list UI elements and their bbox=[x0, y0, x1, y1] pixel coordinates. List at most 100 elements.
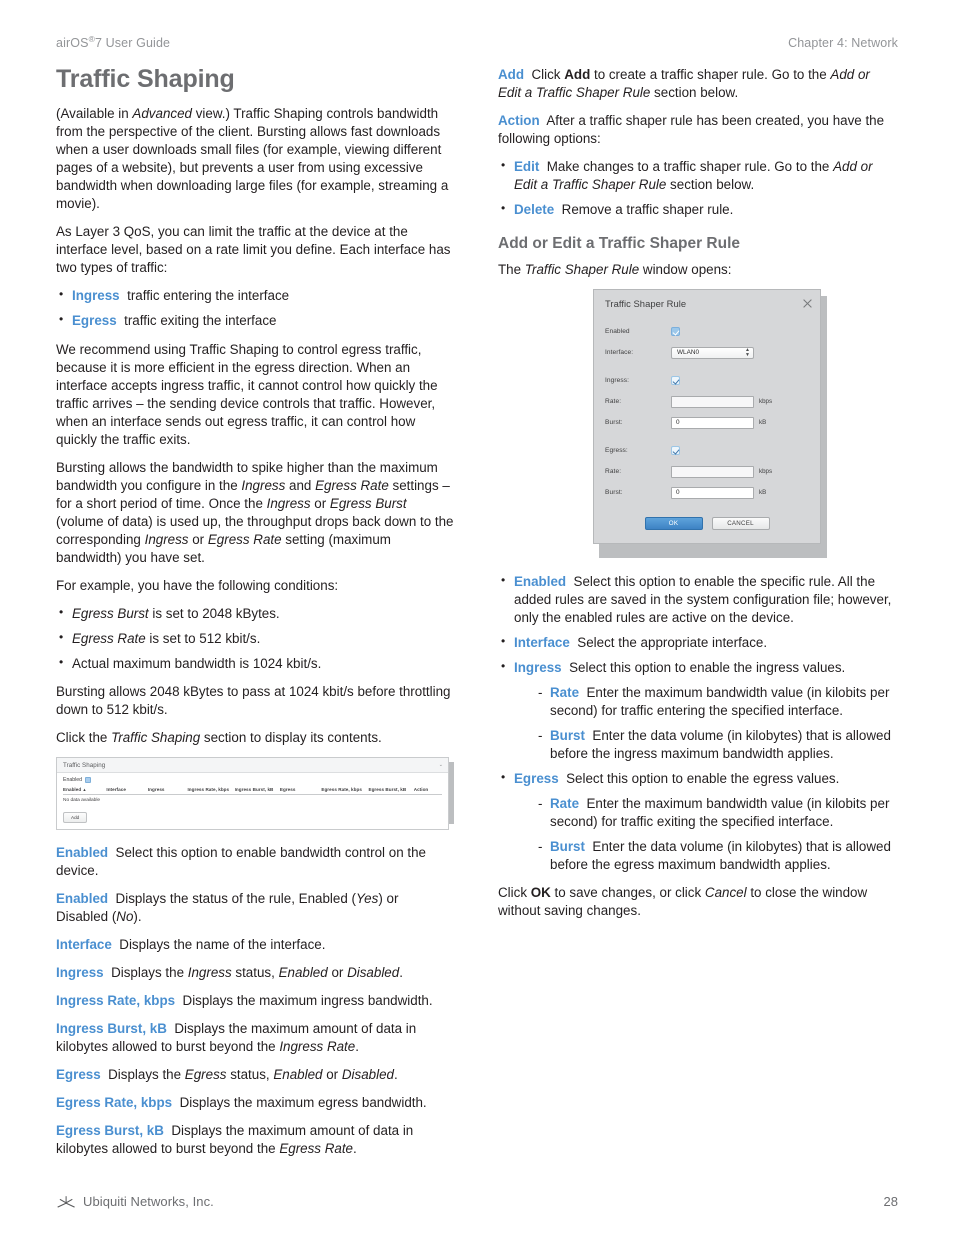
closing-a: Click bbox=[498, 885, 531, 901]
option-term: Ingress bbox=[514, 660, 562, 676]
column-header-egress-rate[interactable]: Egress Rate, kbps bbox=[321, 787, 368, 792]
egress-burst-unit: kB bbox=[759, 489, 767, 496]
definition-desc: Displays the maximum egress bandwidth. bbox=[179, 1095, 427, 1111]
definition-desc-d: . bbox=[399, 965, 403, 981]
chevron-down-icon[interactable]: ⌄ bbox=[439, 762, 443, 768]
definition-desc-b: . bbox=[355, 1039, 359, 1055]
intro-paragraph: (Available in Advanced view.) Traffic Sh… bbox=[56, 105, 454, 213]
egress-rate-unit: kbps bbox=[759, 468, 773, 475]
traffic-types-list: Ingress traffic entering the interface E… bbox=[56, 286, 454, 330]
empty-state-message: No data available bbox=[63, 798, 101, 804]
add-button[interactable]: Add bbox=[63, 812, 88, 824]
interface-select[interactable]: WLAN0 ▲ ▼ bbox=[671, 346, 754, 359]
field-row-ingress-burst: Burst: 0 kB bbox=[605, 412, 809, 433]
ingress-burst-unit: kB bbox=[759, 419, 767, 426]
column-header-ingress-burst[interactable]: Ingress Burst, kB bbox=[235, 787, 280, 792]
egress-label: Egress: bbox=[605, 447, 628, 454]
ok-button[interactable]: OK bbox=[644, 517, 703, 530]
rule-options-list: Enabled Select this option to enable the… bbox=[498, 572, 896, 874]
panel-enabled-checkbox[interactable] bbox=[85, 777, 92, 784]
page-title: Traffic Shaping bbox=[56, 65, 235, 94]
two-column-layout: Traffic Shaping (Available in Advanced v… bbox=[56, 66, 898, 1168]
bursting-paragraph: Bursting allows the bandwidth to spike h… bbox=[56, 459, 454, 567]
close-icon[interactable] bbox=[801, 297, 814, 310]
ingress-rate-input[interactable] bbox=[671, 395, 754, 408]
definition-term: Ingress Burst, kB bbox=[56, 1021, 167, 1037]
closing-paragraph: Click OK to save changes, or click Cance… bbox=[498, 884, 896, 920]
egress-control bbox=[671, 446, 809, 455]
egress-rate-label: Rate: bbox=[605, 468, 622, 475]
definition-enabled-rule: Enabled Displays the status of the rule,… bbox=[56, 890, 454, 926]
definition-desc-c: or bbox=[322, 1067, 342, 1083]
page: airOS®7 User Guide Chapter 4: Network Tr… bbox=[0, 0, 954, 1235]
definition-egress: Egress Displays the Egress status, Enabl… bbox=[56, 1066, 454, 1084]
option-desc: Select the appropriate interface. bbox=[577, 635, 768, 651]
list-item: Rate Enter the maximum bandwidth value (… bbox=[534, 684, 896, 720]
bursting-em-3: Ingress bbox=[266, 495, 311, 511]
traffic-type-desc: traffic entering the interface bbox=[127, 288, 290, 304]
list-item: Ingress traffic entering the interface bbox=[56, 286, 454, 305]
egress-rate-input[interactable] bbox=[671, 465, 754, 478]
ingress-checkbox[interactable] bbox=[671, 376, 680, 385]
page-number: 28 bbox=[883, 1194, 898, 1209]
definition-ingress-rate: Ingress Rate, kbps Displays the maximum … bbox=[56, 992, 454, 1010]
sort-arrow-icon: ▲ bbox=[82, 787, 87, 793]
definition-em-1: Ingress Rate bbox=[279, 1039, 356, 1055]
company-name: Ubiquiti Networks, Inc. bbox=[83, 1194, 214, 1209]
sub-option-term: Burst bbox=[550, 728, 585, 744]
field-row-ingress-rate: Rate: kbps bbox=[605, 391, 809, 412]
column-header-egress-burst[interactable]: Egress Burst, kB bbox=[368, 787, 413, 792]
closing-ok-bold: OK bbox=[530, 885, 551, 901]
definition-desc-b: . bbox=[353, 1141, 357, 1157]
egress-burst-control: 0 kB bbox=[671, 486, 809, 499]
option-desc-a: Remove a traffic shaper rule. bbox=[561, 202, 734, 218]
definition-desc-c: or bbox=[327, 965, 348, 981]
egress-burst-input[interactable]: 0 bbox=[671, 486, 754, 499]
enabled-checkbox[interactable] bbox=[671, 327, 680, 336]
field-row-enabled: Enabled bbox=[605, 321, 809, 342]
column-header-action[interactable]: Action bbox=[414, 787, 442, 792]
option-desc: Select this option to enable the specifi… bbox=[514, 574, 892, 626]
definition-em-2: No bbox=[116, 909, 134, 925]
definition-desc-a: Displays the bbox=[108, 1067, 185, 1083]
updown-arrows-icon: ▲ ▼ bbox=[745, 347, 750, 358]
window-intro-emphasis: Traffic Shaper Rule bbox=[524, 261, 640, 277]
add-desc-bold: Add bbox=[564, 67, 591, 83]
recommendation-paragraph: We recommend using Traffic Shaping to co… bbox=[56, 341, 438, 447]
column-header-ingress[interactable]: Ingress bbox=[148, 787, 188, 792]
definition-desc-d: . bbox=[393, 1067, 398, 1083]
rules-table: Enabled ▲ Interface Ingress Ingress Rate… bbox=[63, 787, 442, 824]
ingress-rate-control: kbps bbox=[671, 395, 809, 408]
definition-term: Egress bbox=[56, 1067, 101, 1083]
option-term: Interface bbox=[514, 635, 570, 651]
column-label: Enabled bbox=[63, 787, 82, 793]
cancel-button[interactable]: CANCEL bbox=[711, 517, 770, 530]
window-intro: The Traffic Shaper Rule window opens: bbox=[498, 261, 896, 279]
bursting-em-2: Egress Rate bbox=[315, 477, 389, 493]
egress-checkbox[interactable] bbox=[671, 446, 680, 455]
enabled-control bbox=[671, 327, 809, 336]
list-item: Edit Make changes to a traffic shaper ru… bbox=[498, 157, 896, 194]
column-header-egress[interactable]: Egress bbox=[280, 787, 321, 792]
traffic-shaper-rule-dialog: Traffic Shaper Rule Enabled Interface: W… bbox=[593, 289, 821, 544]
egress-rate-control: kbps bbox=[671, 465, 809, 478]
traffic-type-term: Egress bbox=[72, 313, 117, 329]
dialog-footer: OK CANCEL bbox=[594, 503, 820, 543]
column-header-enabled[interactable]: Enabled ▲ bbox=[63, 787, 106, 792]
sub-option-term: Rate bbox=[550, 685, 580, 701]
click-text-a: Click the bbox=[56, 730, 112, 746]
panel-header[interactable]: Traffic Shaping ⌄ bbox=[57, 758, 448, 774]
ingress-burst-input[interactable]: 0 bbox=[671, 416, 754, 429]
conditions-list: Egress Burst is set to 2048 kBytes. Egre… bbox=[56, 604, 454, 673]
running-head-right: Chapter 4: Network bbox=[788, 36, 898, 51]
sub-option-desc: Enter the data volume (in kilobytes) tha… bbox=[550, 839, 891, 873]
column-header-interface[interactable]: Interface bbox=[106, 787, 147, 792]
definition-interface: Interface Displays the name of the inter… bbox=[56, 936, 454, 954]
running-head: airOS®7 User Guide Chapter 4: Network bbox=[56, 34, 898, 50]
running-head-left: airOS®7 User Guide bbox=[56, 34, 170, 50]
bursting-em-6: Egress Rate bbox=[207, 531, 282, 547]
column-header-ingress-rate[interactable]: Ingress Rate, kbps bbox=[187, 787, 234, 792]
ubiquiti-logo-icon bbox=[57, 1195, 75, 1208]
ingress-label: Ingress: bbox=[605, 377, 629, 384]
definition-enabled-device: Enabled Select this option to enable ban… bbox=[56, 844, 454, 880]
